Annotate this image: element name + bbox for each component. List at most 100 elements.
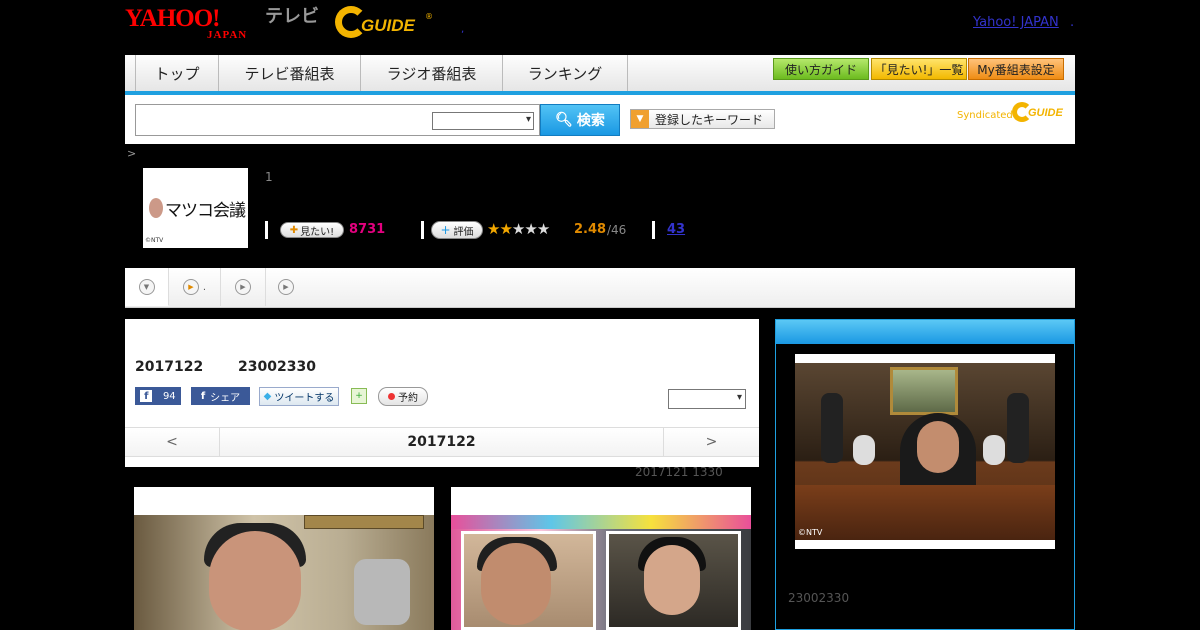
header-separator: , [461,24,465,35]
tweet-button[interactable]: ◆ ツイートする [259,387,339,406]
search-category-select[interactable]: ▾ [432,112,534,130]
side-panel-header [776,320,1074,344]
search-bar: ▾ 🔍︎ 検索 ▼ 登録したキーワード Syndicated GUIDE [125,95,1075,144]
syndicated-gguide-logo: Syndicated GUIDE [957,102,1063,122]
plus-icon: ✚ [289,224,299,236]
program-side-panel: ©NTV 23002330 [775,319,1075,630]
rate-button[interactable]: + 評価 [431,221,483,239]
star-filled-icon: ★ [499,220,512,238]
divider [265,221,268,239]
reserve-button[interactable]: 予約 [378,387,428,406]
page-wrapper: YAHOO! JAPAN テレビ GUIDE ® , Yahoo! JAPAN … [125,0,1075,630]
gguide-small-text: GUIDE [1028,107,1063,119]
facebook-like-button[interactable]: f 94 [135,387,181,405]
facebook-share-button[interactable]: f シェア [191,387,250,405]
header-trailing-dot: . [1070,15,1075,30]
main-nav: トップ テレビ番組表 ラジオ番組表 ランキング 使い方ガイド 「見たい!」一覧 … [125,55,1075,95]
rating-score: 2.48 [574,222,607,237]
star-empty-icon: ★ [511,220,525,238]
chevron-down-icon: ▾ [525,114,531,125]
photo-copyright: ©NTV [798,528,823,537]
review-count-link[interactable]: 43 [667,222,685,237]
chevron-down-icon: ▾ [736,392,742,403]
tab-radio-schedule[interactable]: ラジオ番組表 [361,55,503,91]
mitai-label: 見たい! [300,226,335,238]
frame-decor [304,515,424,529]
tab-top[interactable]: トップ [135,55,219,91]
mascot-icon [149,198,163,218]
rating-count: /46 [607,223,627,237]
add-calendar-icon[interactable]: + [351,388,367,404]
facebook-count: 94 [162,390,176,402]
syndicated-label: Syndicated [957,110,1013,121]
person-face [209,531,301,630]
gguide-logo[interactable]: GUIDE ® [335,6,435,40]
mitai-button[interactable]: ✚ 見たい! [280,222,344,238]
painting-decor [890,367,958,415]
subtab-2-label: . [202,281,207,293]
scene-image-card[interactable] [134,487,434,630]
play-icon: ▶ [182,279,199,295]
registered-keywords-button[interactable]: ▼ 登録したキーワード [630,109,775,129]
yahoo-logo-text: YAHOO! [125,5,220,32]
broadcast-date: 2017122 [135,359,204,375]
program-thumbnail[interactable]: マツコ会議 ©NTV [143,168,248,248]
search-button[interactable]: 🔍︎ 検索 [540,104,620,136]
record-dot-icon [388,393,395,400]
subtab-4[interactable]: ▶ [266,268,306,306]
facebook-icon: f [140,390,153,402]
subtab-detail[interactable]: ▼ [125,268,169,306]
usage-guide-button[interactable]: 使い方ガイド [773,58,869,80]
star-empty-icon: ★ [536,220,550,238]
subtab-3[interactable]: ▶ [221,268,266,306]
vase-decor [354,559,410,625]
updated-timestamp: 2017121 1330 [635,465,723,479]
broadcast-time: 23002330 [238,359,316,375]
person-face [644,545,700,615]
divider [652,221,655,239]
my-schedule-settings-button[interactable]: My番組表設定 [968,58,1064,80]
desk [795,485,1055,540]
yahoo-japan-link[interactable]: Yahoo! JAPAN [973,15,1059,30]
tv-label[interactable]: テレビ [265,6,319,28]
registered-icon: ® [425,12,433,21]
vase-decor [853,435,875,465]
current-date: 2017122 [407,434,476,450]
statue-decor [1007,393,1029,463]
mitai-count: 8731 [349,222,386,237]
down-arrow-icon: ▼ [138,278,155,295]
region-select[interactable]: ▾ [668,389,746,409]
triangle-down-icon: ▼ [631,110,649,128]
gguide-logo-text: GUIDE [361,16,415,35]
program-number: 1 [265,170,273,184]
broadcast-panel: 2017122 23002330 f 94 f シェア ◆ ツイートする + 予… [125,319,759,467]
yahoo-logo-sub: JAPAN [207,29,248,41]
date-navigation: < 2017122 > [125,427,759,457]
reserve-label: 予約 [398,393,418,404]
broadcast-datetime: 2017122 23002330 [135,359,316,375]
breadcrumb: > [127,147,137,160]
divider [421,221,424,239]
subtab-2[interactable]: ▶ . [169,268,221,306]
person-face [481,543,551,625]
prev-date-button[interactable]: < [125,428,220,456]
program-photo[interactable]: ©NTV [795,354,1055,549]
next-date-button[interactable]: > [663,428,759,456]
rate-label: 評価 [453,226,474,238]
tab-ranking[interactable]: ランキング [503,55,628,91]
play-icon: ▶ [278,279,294,295]
program-thumb-title: マツコ会議 [165,201,246,221]
mitai-list-button[interactable]: 「見たい!」一覧 [871,58,967,80]
program-subtabs: ▼ ▶ . ▶ ▶ [125,268,1075,308]
gguide-small-logo: GUIDE [1012,102,1072,124]
yahoo-japan-logo[interactable]: YAHOO! JAPAN [125,6,261,42]
scene-image-card[interactable] [451,487,751,630]
registered-keywords-label: 登録したキーワード [655,112,764,127]
share-label: シェア [210,392,241,404]
statue-decor [821,393,843,463]
star-filled-icon: ★ [487,220,500,238]
tab-tv-schedule[interactable]: テレビ番組表 [219,55,361,91]
facebook-icon: f [200,390,206,402]
colorful-banner [451,515,751,529]
studio-scene: ©NTV [795,363,1055,540]
